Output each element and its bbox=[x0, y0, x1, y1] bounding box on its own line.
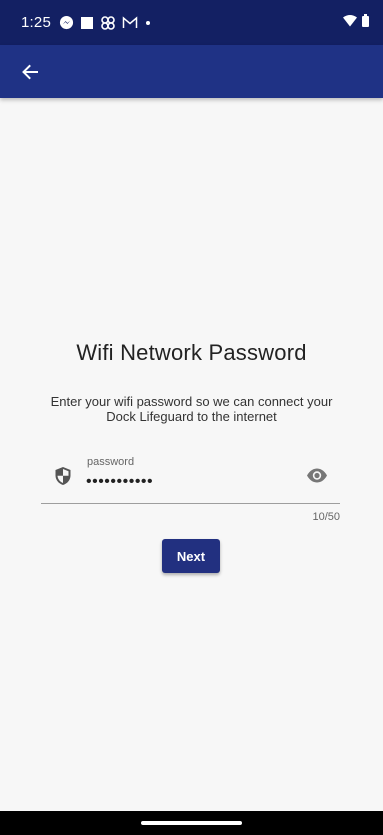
character-counter: 10/50 bbox=[312, 511, 340, 523]
wifi-icon bbox=[343, 14, 357, 32]
page-title: Wifi Network Password bbox=[76, 340, 307, 365]
battery-icon bbox=[362, 13, 369, 32]
password-field[interactable]: password bbox=[41, 452, 340, 504]
status-bar: 1:25 bbox=[0, 0, 383, 45]
next-button[interactable]: Next bbox=[162, 539, 220, 573]
home-indicator[interactable] bbox=[141, 821, 242, 825]
password-input[interactable] bbox=[86, 472, 286, 492]
dot-icon bbox=[144, 19, 152, 27]
back-button[interactable] bbox=[14, 56, 46, 88]
pinwheel-icon bbox=[100, 15, 116, 31]
arrow-left-icon bbox=[22, 64, 38, 79]
notification-icons bbox=[59, 15, 152, 31]
app-bar bbox=[0, 45, 383, 98]
navigation-bar bbox=[0, 811, 383, 835]
eye-icon[interactable] bbox=[305, 466, 329, 484]
page-description: Enter your wifi password so we can conne… bbox=[50, 394, 333, 424]
shield-icon bbox=[54, 466, 72, 486]
password-label: password bbox=[87, 456, 135, 468]
screen: 1:25 Wifi Network Password Enter your wi… bbox=[0, 0, 383, 835]
status-time: 1:25 bbox=[21, 14, 51, 31]
system-icons bbox=[343, 13, 369, 32]
messenger-icon bbox=[59, 15, 74, 30]
square-icon bbox=[80, 16, 94, 30]
gmail-icon bbox=[122, 16, 138, 29]
